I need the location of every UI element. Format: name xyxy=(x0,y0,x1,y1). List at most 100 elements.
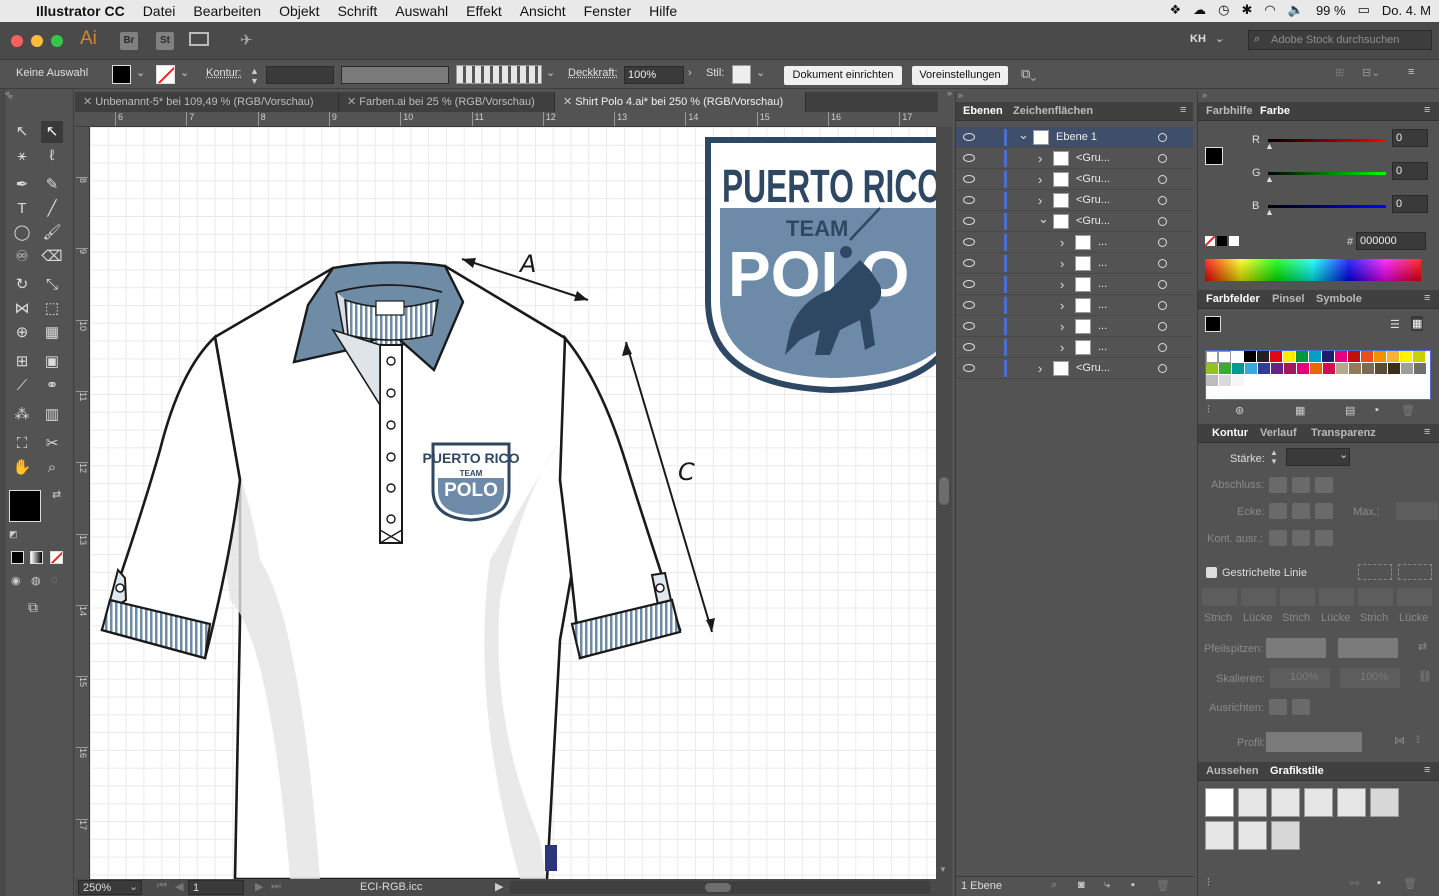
screen-mode-icon[interactable]: ⧉ xyxy=(28,599,38,616)
swatch[interactable] xyxy=(1336,363,1349,375)
swatch[interactable] xyxy=(1297,363,1310,375)
curvature-tool-icon[interactable]: ✎ xyxy=(41,174,63,196)
horizontal-scrollbar[interactable] xyxy=(510,881,930,894)
direct-selection-tool-icon[interactable]: ↖ xyxy=(41,121,63,143)
weight-chevron-down-icon[interactable]: ⌄ xyxy=(1339,448,1348,461)
tab-kontur[interactable]: Kontur xyxy=(1212,427,1248,439)
swatch-libraries-icon[interactable]: ⫶ xyxy=(1207,404,1210,417)
g-value[interactable]: 0 xyxy=(1392,162,1428,180)
battery-percent[interactable]: 99 % xyxy=(1316,3,1346,18)
status-menu-arrow-icon[interactable]: ▶ xyxy=(495,880,503,893)
visibility-eye-icon[interactable] xyxy=(963,364,975,372)
align-inside-button[interactable] xyxy=(1292,530,1310,546)
new-graphic-style-icon[interactable]: ▪ xyxy=(1377,877,1381,889)
target-circle-icon[interactable] xyxy=(1158,322,1167,331)
vertical-ruler[interactable]: 8 9 10 11 12 13 14 15 16 17 xyxy=(75,127,90,879)
g-slider-handle[interactable]: ▲ xyxy=(1265,174,1274,184)
document-setup-button[interactable]: Dokument einrichten xyxy=(784,66,902,85)
shaper-tool-icon[interactable]: ♾ xyxy=(11,246,33,268)
scroll-thumb[interactable] xyxy=(939,477,949,505)
align-center-button[interactable] xyxy=(1269,530,1287,546)
profile-dropdown[interactable] xyxy=(1266,732,1362,752)
opacity-label[interactable]: Deckkraft: xyxy=(568,67,618,79)
swatch-none[interactable] xyxy=(1206,351,1218,363)
variable-width-profile[interactable] xyxy=(341,66,449,84)
dropbox-icon[interactable]: ❖ xyxy=(1170,2,1182,18)
shape-builder-tool-icon[interactable]: ⊕ xyxy=(11,322,33,344)
symbol-sprayer-tool-icon[interactable]: ⁂ xyxy=(11,404,33,426)
app-menu[interactable]: Illustrator CC xyxy=(36,3,125,19)
visibility-eye-icon[interactable] xyxy=(963,238,975,246)
minimize-window-button[interactable] xyxy=(31,35,43,47)
layer-name[interactable]: ... xyxy=(1098,320,1107,332)
sublayer-row[interactable]: › <Gru... xyxy=(956,169,1193,190)
new-swatch-icon[interactable]: ▪ xyxy=(1375,404,1379,416)
layer-row[interactable]: ⌄ Ebene 1 xyxy=(956,127,1193,148)
visibility-eye-icon[interactable] xyxy=(963,343,975,351)
list-view-icon[interactable]: ☰ xyxy=(1390,318,1400,331)
swatch[interactable] xyxy=(1374,351,1387,363)
tab-zeichenflaechen[interactable]: Zeichenflächen xyxy=(1013,105,1093,117)
graphic-style-swatch[interactable] xyxy=(1370,788,1399,817)
weight-stepper[interactable]: ▲ ▼ xyxy=(1270,448,1284,466)
arrange-documents-icon[interactable] xyxy=(189,32,209,46)
layers-panel-menu-icon[interactable]: ≡ xyxy=(1180,104,1186,116)
swatch[interactable] xyxy=(1322,351,1335,363)
draw-inside-icon[interactable]: ◌ xyxy=(51,574,58,586)
swatch[interactable] xyxy=(1387,351,1400,363)
target-circle-icon[interactable] xyxy=(1158,217,1167,226)
target-circle-icon[interactable] xyxy=(1158,301,1167,310)
rotate-tool-icon[interactable]: ↻ xyxy=(11,274,33,296)
arrange-icon[interactable]: ⧉⌄ xyxy=(1021,66,1036,82)
swatch[interactable] xyxy=(1309,351,1322,363)
bridge-button[interactable]: Br xyxy=(120,32,138,50)
hand-tool-icon[interactable]: ✋ xyxy=(11,457,33,479)
collapse-left-icon[interactable]: « xyxy=(5,88,10,98)
time-machine-icon[interactable]: ◷ xyxy=(1218,2,1229,18)
type-tool-icon[interactable]: T xyxy=(11,198,33,220)
tab-farbe[interactable]: Farbe xyxy=(1260,105,1290,117)
layer-name[interactable]: <Gru... xyxy=(1076,173,1110,185)
dash-gap-field[interactable] xyxy=(1280,588,1315,606)
visibility-eye-icon[interactable] xyxy=(963,196,975,204)
target-circle-icon[interactable] xyxy=(1158,154,1167,163)
collapse-right-icon[interactable]: » xyxy=(947,88,952,98)
tab-farben[interactable]: ✕ Farben.ai bei 25 % (RGB/Vorschau) xyxy=(339,92,555,112)
grid-view-icon[interactable]: ▦ xyxy=(1411,316,1424,331)
default-colors-icon[interactable]: ◩ xyxy=(9,529,18,540)
horizontal-ruler[interactable]: 6 7 8 9 10 11 12 13 14 15 16 17 xyxy=(75,112,936,127)
align-outside-button[interactable] xyxy=(1315,530,1333,546)
square-cap-button[interactable] xyxy=(1315,477,1333,493)
perspective-grid-tool-icon[interactable]: ▦ xyxy=(41,322,63,344)
ellipse-tool-icon[interactable]: ◯ xyxy=(11,222,33,244)
none-color-swatch[interactable] xyxy=(1205,236,1215,246)
style-chevron-down-icon[interactable]: ⌄ xyxy=(756,66,765,79)
lasso-tool-icon[interactable]: ℓ xyxy=(41,145,63,167)
swatch[interactable] xyxy=(1206,363,1219,375)
dashed-line-checkbox[interactable] xyxy=(1206,567,1217,578)
opacity-chevron-right-icon[interactable]: › xyxy=(688,67,692,79)
tab-aussehen[interactable]: Aussehen xyxy=(1206,765,1259,777)
color-spectrum[interactable] xyxy=(1205,259,1421,281)
pen-tool-icon[interactable]: ✒ xyxy=(11,174,33,196)
menu-auswahl[interactable]: Auswahl xyxy=(395,3,448,19)
delete-swatch-icon[interactable]: 🗑 xyxy=(1401,404,1415,417)
delete-graphic-style-icon[interactable]: 🗑 xyxy=(1403,877,1417,890)
stroke-label[interactable]: Kontur: xyxy=(206,67,241,79)
swatch[interactable] xyxy=(1401,363,1414,375)
magic-wand-tool-icon[interactable]: ⚹ xyxy=(11,145,33,167)
expand-chevron-right-icon[interactable]: › xyxy=(1060,256,1064,271)
swatch[interactable] xyxy=(1232,375,1245,387)
layer-name[interactable]: Ebene 1 xyxy=(1056,131,1097,143)
dash-gap-field[interactable] xyxy=(1202,588,1237,606)
selection-tool-icon[interactable]: ↖ xyxy=(11,121,33,143)
fill-chevron-down-icon[interactable]: ⌄ xyxy=(136,66,145,79)
bevel-join-button[interactable] xyxy=(1315,503,1333,519)
tab-farbfelder[interactable]: Farbfelder xyxy=(1206,293,1260,305)
graphic-style-swatch[interactable] xyxy=(1304,788,1333,817)
graphic-style-swatch[interactable] xyxy=(1337,788,1366,817)
layer-name[interactable]: ... xyxy=(1098,257,1107,269)
swatch[interactable] xyxy=(1413,351,1426,363)
locate-object-icon[interactable]: ⌕ xyxy=(1051,879,1057,892)
wifi-icon[interactable]: ◠ xyxy=(1264,2,1275,18)
